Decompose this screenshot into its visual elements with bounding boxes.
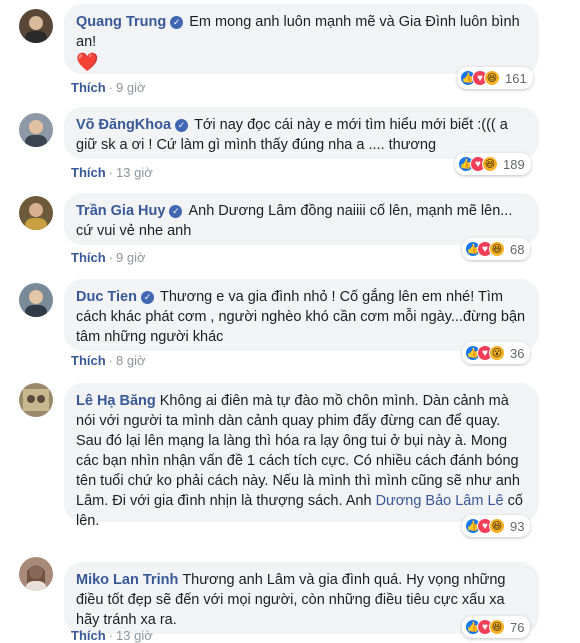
like-link[interactable]: Thích bbox=[71, 80, 106, 95]
comment-actions: Thích · 9 giờ bbox=[71, 250, 146, 265]
haha-icon: 😆 bbox=[482, 156, 498, 172]
commenter-name[interactable]: Quang Trung bbox=[76, 14, 166, 30]
avatar[interactable] bbox=[19, 196, 53, 230]
commenter-name[interactable]: Lê Hạ Băng bbox=[76, 393, 156, 409]
separator: · bbox=[108, 80, 114, 95]
avatar[interactable] bbox=[19, 113, 53, 147]
separator: · bbox=[108, 250, 114, 265]
haha-icon: 😆 bbox=[489, 241, 505, 257]
reaction-count: 68 bbox=[510, 241, 525, 257]
commenter-name[interactable]: Miko Lan Trinh bbox=[76, 572, 178, 588]
verified-badge-icon: ✓ bbox=[140, 291, 154, 304]
wow-icon: 😮 bbox=[489, 345, 505, 361]
haha-icon: 😆 bbox=[484, 70, 500, 86]
avatar[interactable] bbox=[19, 557, 53, 591]
reaction-summary[interactable]: 👍 ♥ 😮 36 bbox=[462, 342, 531, 364]
avatar[interactable] bbox=[19, 383, 53, 417]
reaction-summary[interactable]: 👍 ♥ 😆 93 bbox=[462, 515, 531, 537]
comment-bubble: Lê Hạ Băng Không ai điên mà tự đào mồ chô… bbox=[64, 383, 539, 529]
reaction-count: 76 bbox=[510, 619, 525, 635]
verified-badge-icon: ✓ bbox=[175, 119, 189, 132]
separator: · bbox=[108, 353, 114, 368]
haha-icon: 😆 bbox=[489, 619, 505, 635]
like-link[interactable]: Thích bbox=[71, 353, 106, 368]
reaction-count: 93 bbox=[510, 518, 525, 534]
timestamp[interactable]: 8 giờ bbox=[116, 353, 146, 368]
comment-bubble: Quang Trung ✓ Em mong anh luôn mạnh mẽ và … bbox=[64, 4, 539, 74]
comment-text: Không ai điên mà tự đào mồ chôn mình. Dà… bbox=[76, 393, 520, 509]
timestamp[interactable]: 9 giờ bbox=[116, 250, 146, 265]
comment-bubble: Võ ĐăngKhoa ✓ Tới nay đọc cái này e mới tì… bbox=[64, 107, 539, 159]
timestamp[interactable]: 9 giờ bbox=[116, 80, 146, 95]
timestamp[interactable]: 13 giờ bbox=[116, 165, 153, 180]
reaction-summary[interactable]: 👍 ♥ 😆 68 bbox=[462, 238, 531, 260]
commenter-name[interactable]: Võ ĐăngKhoa bbox=[76, 117, 171, 133]
like-link[interactable]: Thích bbox=[71, 250, 106, 265]
like-link[interactable]: Thích bbox=[71, 165, 106, 180]
separator: · bbox=[108, 165, 114, 180]
reaction-summary[interactable]: 👍 ♥ 😆 189 bbox=[455, 153, 531, 175]
reaction-summary[interactable]: 👍 ♥ 😆 76 bbox=[462, 616, 531, 638]
verified-badge-icon: ✓ bbox=[169, 205, 183, 218]
reaction-count: 161 bbox=[505, 70, 527, 86]
haha-icon: 😆 bbox=[489, 518, 505, 534]
comment-actions: Thích · 13 giờ bbox=[71, 165, 153, 180]
reaction-count: 189 bbox=[503, 156, 525, 172]
comment-actions: Thích · 9 giờ bbox=[71, 80, 146, 95]
verified-badge-icon: ✓ bbox=[170, 16, 184, 29]
commenter-name[interactable]: Duc Tien bbox=[76, 289, 137, 305]
heart-emoji: ❤️ bbox=[76, 52, 99, 72]
reaction-count: 36 bbox=[510, 345, 525, 361]
avatar[interactable] bbox=[19, 283, 53, 317]
commenter-name[interactable]: Trần Gia Huy bbox=[76, 203, 165, 219]
comment-bubble: Trần Gia Huy ✓ Anh Dương Lâm đồng naiiii c… bbox=[64, 193, 539, 245]
reaction-summary[interactable]: 👍 ♥ 😆 161 bbox=[457, 67, 533, 89]
mention-link[interactable]: Dương Bảo Lâm Lê bbox=[376, 493, 504, 509]
avatar[interactable] bbox=[19, 9, 53, 43]
comment-actions: Thích · 8 giờ bbox=[71, 353, 146, 368]
comment-bubble: Duc Tien ✓ Thương e va gia đình nhỏ ! Cố g… bbox=[64, 279, 539, 351]
